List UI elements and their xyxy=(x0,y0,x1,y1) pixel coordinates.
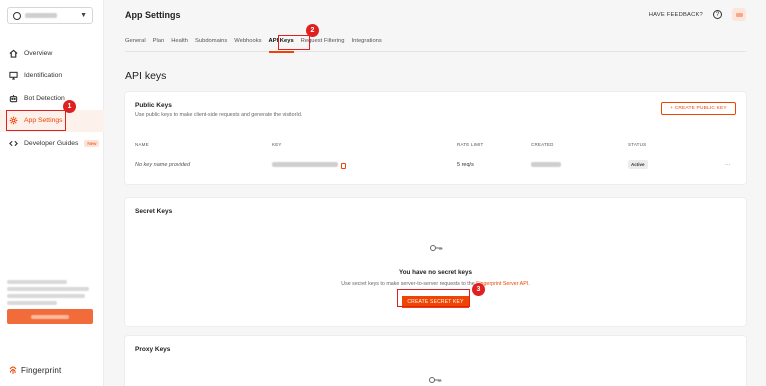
promo-card xyxy=(7,280,93,324)
sidebar-item-label: Developer Guides xyxy=(24,139,79,147)
logo-text: Fingerprint xyxy=(21,365,62,375)
public-keys-card: Public Keys Use public keys to make clie… xyxy=(125,92,746,184)
created-date xyxy=(531,162,561,169)
home-icon xyxy=(9,49,18,58)
secret-keys-title: Secret Keys xyxy=(135,208,173,215)
annotation-badge-1: 1 xyxy=(63,100,76,113)
create-public-key-button[interactable]: + CREATE PUBLIC KEY xyxy=(661,102,736,115)
tab-subdomains[interactable]: Subdomains xyxy=(195,36,227,52)
empty-state-title: You have no secret keys xyxy=(398,269,473,276)
sidebar: ▼ Overview Identification Bot Detection … xyxy=(0,0,104,386)
page-title: API keys xyxy=(125,70,167,82)
tab-general[interactable]: General xyxy=(125,36,146,52)
promo-title xyxy=(7,280,67,284)
new-badge: New xyxy=(84,139,100,147)
page-header-title: App Settings xyxy=(125,10,181,20)
fingerprint-logo: Fingerprint xyxy=(8,365,61,375)
proxy-keys-card: Proxy Keys xyxy=(125,336,746,386)
promo-button[interactable] xyxy=(7,309,93,324)
column-name: NAME xyxy=(135,142,149,147)
promo-text-line xyxy=(7,287,89,291)
tab-health[interactable]: Health xyxy=(171,36,188,52)
feedback-link[interactable]: HAVE FEEDBACK? xyxy=(649,12,703,18)
sidebar-item-developer-guides[interactable]: Developer Guides New xyxy=(0,132,104,155)
key-icon xyxy=(429,377,442,383)
annotation-box-2 xyxy=(278,35,310,50)
tab-plan[interactable]: Plan xyxy=(153,36,165,52)
help-icon[interactable]: ? xyxy=(713,10,722,19)
table-row: No key name provided 5 req/s Active ··· xyxy=(125,160,746,174)
sidebar-item-bot-detection[interactable]: Bot Detection xyxy=(0,87,104,110)
workspace-select[interactable]: ▼ xyxy=(7,7,93,24)
annotation-box-1 xyxy=(6,110,66,131)
robot-icon xyxy=(9,94,18,103)
tab-integrations[interactable]: Integrations xyxy=(352,36,382,52)
workspace-name xyxy=(25,13,57,18)
rate-limit: 5 req/s xyxy=(457,162,474,168)
key-icon xyxy=(429,245,442,251)
globe-icon xyxy=(13,11,21,20)
sidebar-item-label: Bot Detection xyxy=(24,94,65,102)
code-icon xyxy=(9,139,18,148)
main-content: App Settings HAVE FEEDBACK? ? General Pl… xyxy=(105,0,766,386)
column-status: STATUS xyxy=(628,142,647,147)
proxy-keys-title: Proxy Keys xyxy=(135,346,171,353)
chevron-down-icon: ▼ xyxy=(80,12,87,19)
key-name: No key name provided xyxy=(135,162,191,168)
column-created: CREATED xyxy=(531,142,554,147)
status-badge: Active xyxy=(628,160,648,169)
annotation-badge-3: 3 xyxy=(472,283,485,296)
avatar[interactable] xyxy=(732,8,746,21)
row-menu-button[interactable]: ··· xyxy=(725,162,731,168)
column-rate-limit: RATE LIMIT xyxy=(457,142,484,147)
promo-text-line xyxy=(7,294,85,298)
annotation-badge-2: 2 xyxy=(306,24,319,37)
annotation-box-3 xyxy=(397,289,470,307)
settings-tabs: General Plan Health Subdomains Webhooks … xyxy=(125,36,746,53)
copy-icon[interactable] xyxy=(341,162,346,169)
public-keys-title: Public Keys xyxy=(135,102,172,109)
public-keys-description: Use public keys to make client-side requ… xyxy=(135,112,303,118)
key-value xyxy=(272,162,346,169)
sidebar-item-label: Identification xyxy=(24,72,63,80)
fingerprint-icon xyxy=(9,366,17,374)
sidebar-nav: Overview Identification Bot Detection Ap… xyxy=(0,42,104,155)
header-actions: HAVE FEEDBACK? ? xyxy=(649,8,746,21)
promo-text-line xyxy=(7,301,57,305)
tab-webhooks[interactable]: Webhooks xyxy=(234,36,261,52)
column-key: KEY xyxy=(272,142,282,147)
sidebar-item-identification[interactable]: Identification xyxy=(0,65,104,88)
monitor-icon xyxy=(9,71,18,80)
empty-state-description: Use secret keys to make server-to-server… xyxy=(341,281,530,287)
sidebar-item-label: Overview xyxy=(24,49,53,57)
sidebar-item-overview[interactable]: Overview xyxy=(0,42,104,65)
